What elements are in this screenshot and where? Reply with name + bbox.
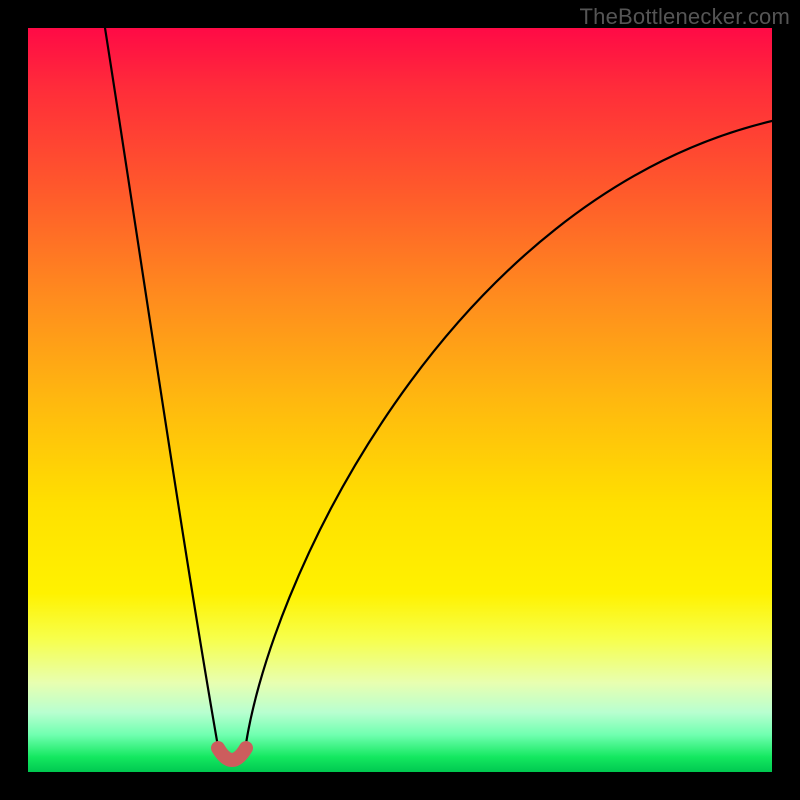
plot-area xyxy=(28,28,772,772)
right-curve xyxy=(244,121,772,758)
left-curve xyxy=(105,28,220,758)
minimum-bridge xyxy=(218,748,246,760)
watermark-label: TheBottlenecker.com xyxy=(580,4,790,30)
curve-layer xyxy=(28,28,772,772)
chart-frame: TheBottlenecker.com xyxy=(0,0,800,800)
